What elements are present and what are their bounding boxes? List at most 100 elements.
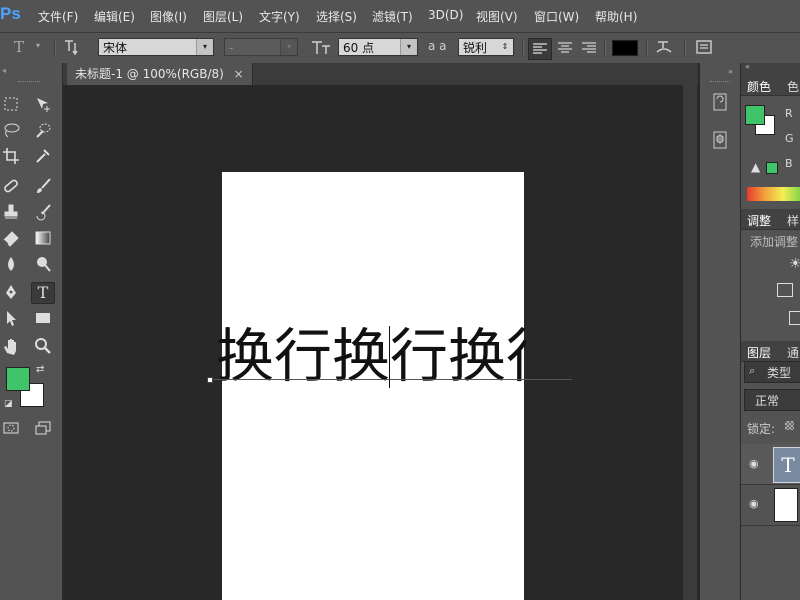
menu-file[interactable]: 文件(F) (38, 8, 78, 25)
preset-caret-icon[interactable]: ▾ (36, 41, 40, 50)
adjustments-panel-header: 调整 样 (741, 209, 800, 230)
close-icon[interactable]: × (234, 67, 244, 81)
lock-transparency-icon[interactable] (785, 421, 794, 430)
levels-icon[interactable] (777, 283, 793, 297)
separator (54, 39, 56, 57)
out-of-gamut-warning-icon[interactable]: ▲ (751, 160, 760, 174)
eraser-tool-icon[interactable] (0, 229, 22, 249)
menu-layer[interactable]: 图层(L) (203, 8, 243, 25)
move-tool-icon[interactable] (32, 95, 54, 115)
brush-tool-icon[interactable] (32, 177, 54, 197)
chevron-down-icon: ▾ (400, 39, 417, 55)
canvas-text-layer[interactable]: 换行换行换行 (216, 321, 526, 391)
blend-mode-value: 正常 (755, 394, 780, 408)
menu-view[interactable]: 视图(V) (476, 8, 518, 25)
tab-swatches[interactable]: 色 (787, 78, 799, 95)
type-tool-icon[interactable]: T (31, 282, 55, 304)
gradient-tool-icon[interactable] (32, 229, 54, 249)
warp-text-icon[interactable] (654, 37, 674, 61)
font-style-select[interactable]: - ▾ (224, 38, 298, 56)
quick-mask-icon[interactable] (0, 419, 22, 439)
eye-icon[interactable]: ◉ (749, 497, 759, 510)
text-cursor (389, 326, 390, 388)
gamut-color-swatch[interactable] (766, 162, 778, 174)
eyedropper-tool-icon[interactable] (32, 147, 54, 167)
tab-color[interactable]: 颜色 (747, 78, 771, 95)
grip-icon[interactable] (18, 81, 40, 84)
layer-row-background[interactable]: ◉ (741, 485, 800, 526)
blur-tool-icon[interactable] (0, 255, 22, 275)
document-tab-bar: 未标题-1 @ 100%(RGB/8) × (63, 63, 698, 86)
collapse-panels-icon[interactable]: » (728, 67, 733, 76)
text-color-swatch[interactable] (612, 40, 638, 56)
menu-edit[interactable]: 编辑(E) (94, 8, 135, 25)
pen-tool-icon[interactable] (0, 283, 22, 303)
menu-window[interactable]: 窗口(W) (534, 8, 579, 25)
add-adjustment-label: 添加调整 (750, 235, 799, 249)
vertical-scrollbar[interactable] (682, 85, 697, 600)
expand-panels-icon[interactable]: « (745, 62, 750, 71)
tab-layers[interactable]: 图层 (747, 344, 771, 361)
text-baseline (210, 379, 572, 380)
zoom-tool-icon[interactable] (32, 337, 54, 357)
tab-adjustments[interactable]: 调整 (747, 212, 771, 229)
antialias-select[interactable]: 锐利 ⇕ (458, 38, 514, 56)
layers-panel-header: 图层 通 (741, 341, 800, 362)
antialias-value: 锐利 (463, 41, 488, 55)
menu-filter[interactable]: 滤镜(T) (372, 8, 413, 25)
color-ramp[interactable] (747, 187, 800, 201)
align-left-icon[interactable] (528, 38, 552, 60)
hand-tool-icon[interactable] (0, 337, 22, 357)
default-colors-icon[interactable]: ◪ (4, 399, 13, 409)
marquee-tool-icon[interactable] (0, 95, 22, 115)
tools-panel: ◂ T ⇄ ◪ (0, 63, 63, 600)
photoshop-logo: Ps (0, 4, 21, 23)
tab-channels[interactable]: 通 (787, 344, 799, 361)
menu-3d[interactable]: 3D(D) (428, 8, 463, 22)
align-right-icon[interactable] (578, 38, 600, 58)
color-panel-header: 颜色 色 (741, 75, 800, 96)
foreground-color-swatch[interactable] (6, 367, 30, 391)
chevron-updown-icon: ⇕ (501, 42, 509, 51)
layer-filter-select[interactable]: ⌕ 类型 (744, 361, 800, 383)
text-anchor-point[interactable] (207, 377, 213, 383)
menu-select[interactable]: 选择(S) (316, 8, 357, 25)
menu-type[interactable]: 文字(Y) (259, 8, 300, 25)
healing-brush-tool-icon[interactable] (0, 177, 22, 197)
3d-panel-icon[interactable] (708, 129, 732, 151)
history-panel-icon[interactable] (708, 91, 732, 113)
panel-foreground-swatch[interactable] (745, 105, 765, 125)
crop-tool-icon[interactable] (0, 147, 22, 167)
blend-mode-select[interactable]: 正常 (744, 389, 800, 411)
toggle-orientation-icon[interactable] (62, 37, 82, 61)
curves-icon[interactable] (789, 311, 800, 325)
collapse-icon[interactable]: ◂ (2, 66, 6, 75)
history-brush-tool-icon[interactable] (32, 203, 54, 223)
screen-mode-icon[interactable] (32, 419, 54, 439)
grip-icon[interactable] (710, 81, 730, 82)
rectangle-tool-icon[interactable] (32, 309, 54, 329)
tab-styles[interactable]: 样 (787, 212, 799, 229)
clone-stamp-tool-icon[interactable] (0, 203, 22, 223)
brightness-icon[interactable]: ☀ (789, 256, 800, 272)
eye-icon[interactable]: ◉ (749, 457, 759, 470)
font-family-value: 宋体 (103, 41, 128, 55)
dodge-tool-icon[interactable] (32, 255, 54, 275)
document-tab[interactable]: 未标题-1 @ 100%(RGB/8) × (67, 63, 253, 85)
text-layer-thumbnail-icon: T (773, 447, 800, 483)
layer-filter-value: 类型 (767, 366, 792, 380)
text-tool-preset-icon[interactable]: T (14, 38, 24, 56)
swap-colors-icon[interactable]: ⇄ (36, 364, 44, 375)
menu-help[interactable]: 帮助(H) (595, 8, 637, 25)
document-tab-title: 未标题-1 @ 100%(RGB/8) (75, 67, 224, 81)
font-size-select[interactable]: 60 点 ▾ (338, 38, 418, 56)
layer-row-text[interactable]: ◉ T (741, 444, 800, 485)
right-panels: « 颜色 色 R G ▲ B 调整 样 添加调整 ☀ 图层 通 ⌕ 类型 正常 … (740, 62, 800, 600)
path-selection-tool-icon[interactable] (0, 309, 22, 329)
menu-image[interactable]: 图像(I) (150, 8, 187, 25)
font-family-select[interactable]: 宋体 ▾ (98, 38, 214, 56)
quick-select-tool-icon[interactable] (32, 121, 54, 141)
character-panel-icon[interactable] (694, 38, 714, 60)
lasso-tool-icon[interactable] (0, 121, 22, 141)
align-center-icon[interactable] (554, 38, 576, 58)
